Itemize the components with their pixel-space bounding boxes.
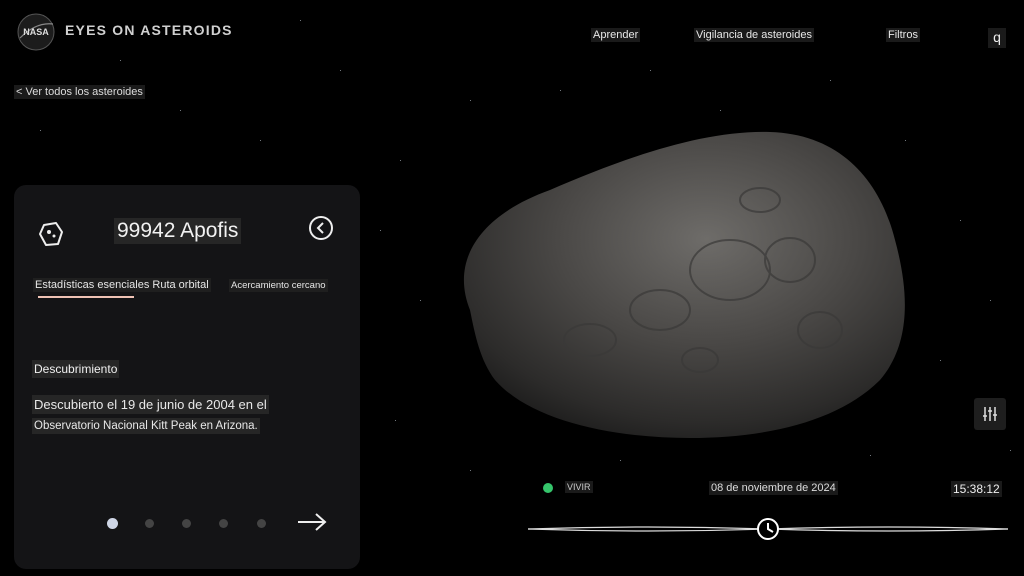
- nav-aprender[interactable]: Aprender: [591, 28, 641, 42]
- pagination-dot-2[interactable]: [145, 519, 154, 528]
- active-tab-indicator: [38, 296, 134, 298]
- asteroid-3d-view[interactable]: [440, 120, 920, 450]
- asteroid-info-panel: 99942 Apofis Estadísticas esenciales Rut…: [14, 185, 360, 569]
- pagination-dot-1[interactable]: [107, 518, 118, 529]
- arrow-right-icon[interactable]: [296, 511, 328, 533]
- nasa-logo[interactable]: NASA: [16, 12, 56, 52]
- current-time: 15:38:12: [951, 481, 1002, 497]
- description-line-1: Descubierto el 19 de junio de 2004 en el: [32, 395, 269, 414]
- pagination-dot-5[interactable]: [257, 519, 266, 528]
- chevron-left-icon[interactable]: [308, 215, 334, 241]
- time-scrubber[interactable]: [528, 514, 1008, 544]
- brand-title[interactable]: EYES ON ASTEROIDS: [65, 22, 233, 38]
- nasa-logo-text: NASA: [23, 27, 49, 37]
- pagination-dot-4[interactable]: [219, 519, 228, 528]
- asteroid-title: 99942 Apofis: [114, 218, 242, 244]
- description-line-2: Observatorio Nacional Kitt Peak en Arizo…: [32, 418, 260, 434]
- clock-icon[interactable]: [757, 518, 779, 540]
- live-indicator-dot: [543, 483, 553, 493]
- current-date: 08 de noviembre de 2024: [709, 481, 838, 495]
- nav-filtros[interactable]: Filtros: [886, 28, 920, 42]
- tab-essential-stats[interactable]: Estadísticas esenciales Ruta orbital: [33, 278, 211, 292]
- asteroid-icon: [39, 222, 63, 246]
- nav-vigilancia[interactable]: Vigilancia de asteroides: [694, 28, 814, 42]
- live-button[interactable]: VIVIR: [565, 481, 593, 493]
- pagination-dot-3[interactable]: [182, 519, 191, 528]
- tab-close-approach[interactable]: Acercamiento cercano: [229, 279, 328, 292]
- settings-sliders-icon[interactable]: [974, 398, 1006, 430]
- search-button[interactable]: q: [988, 28, 1006, 48]
- section-heading: Descubrimiento: [32, 360, 120, 378]
- view-all-asteroids-link[interactable]: < Ver todos los asteroides: [14, 85, 145, 99]
